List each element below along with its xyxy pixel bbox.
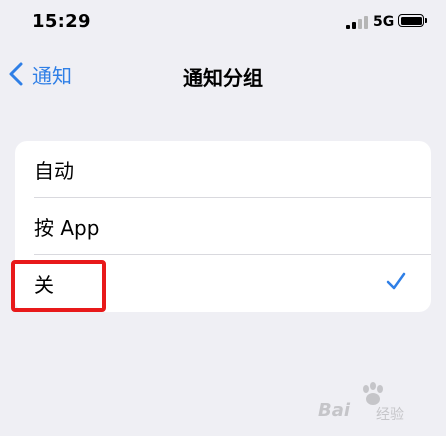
highlight-box bbox=[11, 260, 106, 312]
network-type: 5G bbox=[373, 14, 395, 30]
paw-icon bbox=[363, 382, 383, 405]
battery-icon bbox=[398, 14, 424, 27]
watermark-sub: 经验 bbox=[376, 407, 404, 423]
option-label: 按 App bbox=[34, 216, 100, 240]
status-time: 15:29 bbox=[32, 11, 91, 32]
option-label: 自动 bbox=[34, 159, 74, 183]
option-by-app[interactable]: 按 App bbox=[15, 198, 431, 255]
status-bar: 15:29 5G bbox=[0, 0, 446, 46]
watermark-text: Bai bbox=[318, 400, 351, 421]
signal-icon bbox=[346, 15, 368, 29]
battery-cap bbox=[425, 18, 427, 23]
page-title: 通知分组 bbox=[183, 66, 263, 90]
checkmark-icon bbox=[386, 272, 406, 290]
option-auto[interactable]: 自动 bbox=[15, 141, 431, 198]
navigation-bar: 通知 通知分组 bbox=[0, 50, 446, 98]
watermark: Bai 经验 bbox=[318, 382, 438, 426]
